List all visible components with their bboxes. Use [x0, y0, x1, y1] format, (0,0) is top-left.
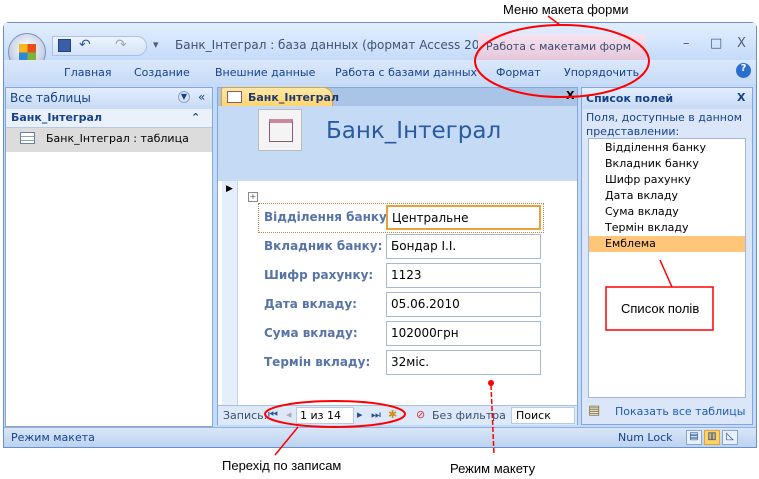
annotation-fields: Список полів	[621, 301, 700, 316]
annotation-nav: Перехід по записам	[222, 458, 342, 473]
annotation-dot-mode	[488, 380, 494, 386]
annotation-mode: Режим макету	[450, 461, 536, 476]
annotation-line-menu	[547, 15, 561, 26]
annotation-line-fields	[659, 259, 673, 288]
annotation-line-mode	[490, 384, 495, 456]
annotation-line-nav	[274, 426, 299, 456]
annotation-ellipse-menu	[474, 24, 650, 98]
annotation-overlay	[264, 15, 714, 456]
annotation-ellipse-nav	[264, 400, 406, 428]
